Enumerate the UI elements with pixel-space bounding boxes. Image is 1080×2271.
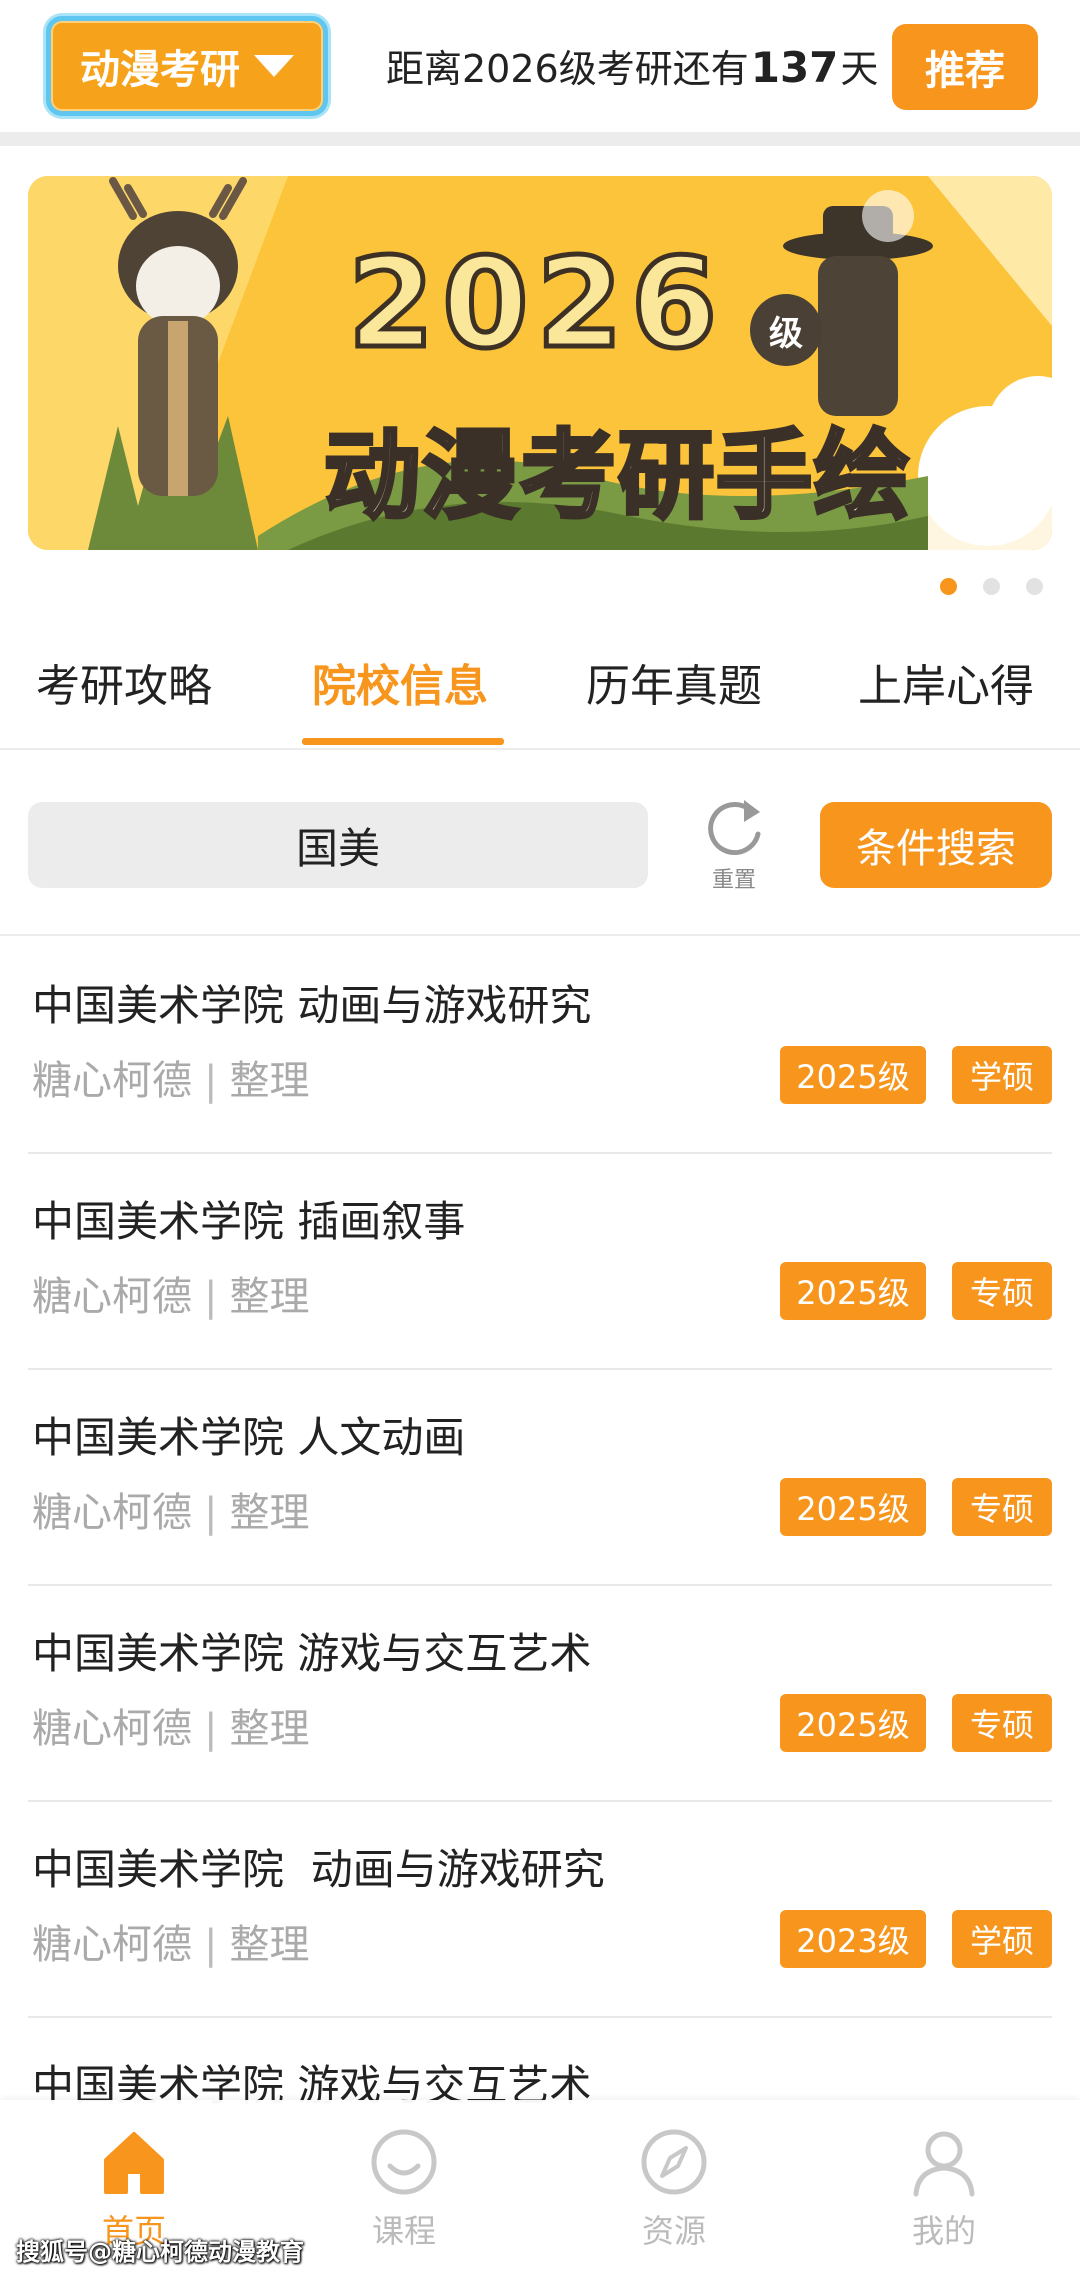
item-meta: 糖心柯德 | 整理 <box>32 1912 309 1970</box>
tab-success-stories[interactable]: 上岸心得 <box>858 650 1034 714</box>
banner-grade-badge: 级 <box>750 294 822 366</box>
banner-year: 2026 <box>345 230 726 379</box>
compass-icon <box>641 2129 707 2195</box>
nav-profile-label: 我的 <box>911 2212 976 2250</box>
list-item[interactable]: 中国美术学院 人文动画 糖心柯德 | 整理 2025级 专硕 <box>28 1370 1052 1586</box>
degree-type-tag: 专硕 <box>952 1694 1052 1752</box>
exam-countdown: 距离2026级考研还有 137 天 <box>386 38 878 98</box>
recommend-button[interactable]: 推荐 <box>892 24 1038 110</box>
item-action: 整理 <box>229 1922 310 1968</box>
carousel-dot[interactable] <box>983 578 1000 595</box>
header-divider <box>0 132 1080 146</box>
item-meta: 糖心柯德 | 整理 <box>32 1048 309 1106</box>
item-title: 中国美术学院 人文动画 <box>32 1413 466 1462</box>
countdown-days: 137 <box>750 43 839 92</box>
search-input[interactable] <box>28 802 648 888</box>
nav-resources-label: 资源 <box>641 2212 706 2250</box>
list-item[interactable]: 中国美术学院 插画叙事 糖心柯德 | 整理 2025级 专硕 <box>28 1154 1052 1370</box>
year-tag: 2023级 <box>780 1910 926 1968</box>
carousel-dot[interactable] <box>1026 578 1043 595</box>
item-title: 中国美术学院 游戏与交互艺术 <box>32 1629 592 1678</box>
carousel-dot-active[interactable] <box>940 578 957 595</box>
nav-profile[interactable]: 我的 <box>874 2126 1014 2252</box>
item-action: 整理 <box>229 1274 310 1320</box>
item-separator: | <box>204 1274 218 1320</box>
refresh-icon <box>708 800 761 856</box>
list-item[interactable]: 中国美术学院 动画与游戏研究 糖心柯德 | 整理 2025级 学硕 <box>28 938 1052 1154</box>
item-author: 糖心柯德 <box>32 1706 192 1752</box>
year-tag: 2025级 <box>780 1262 926 1320</box>
item-action: 整理 <box>229 1490 310 1536</box>
reset-button[interactable]: 重置 <box>694 796 774 893</box>
carousel-indicator <box>940 578 1043 595</box>
degree-type-tag: 学硕 <box>952 1046 1052 1104</box>
item-author: 糖心柯德 <box>32 1922 192 1968</box>
promo-banner[interactable]: 2026 级 动漫考研手绘 <box>28 176 1052 550</box>
banner-title: 动漫考研手绘 <box>322 418 912 534</box>
countdown-suffix: 天 <box>840 47 879 91</box>
item-meta: 糖心柯德 | 整理 <box>32 1480 309 1538</box>
year-tag: 2025级 <box>780 1694 926 1752</box>
item-title: 中国美术学院 插画叙事 <box>32 1197 466 1246</box>
item-author: 糖心柯德 <box>32 1274 192 1320</box>
item-separator: | <box>204 1922 218 1968</box>
nav-courses[interactable]: 课程 <box>334 2126 474 2252</box>
degree-type-tag: 专硕 <box>952 1262 1052 1320</box>
search-divider <box>0 934 1080 936</box>
caret-down-icon <box>254 55 294 77</box>
watermark: 搜狐号@糖心柯德动漫教育 <box>16 2238 304 2266</box>
top-header: 动漫考研 距离2026级考研还有 137 天 推荐 <box>0 0 1080 132</box>
list-item[interactable]: 中国美术学院 动画与游戏研究 糖心柯德 | 整理 2023级 学硕 <box>28 1802 1052 2018</box>
tabs-divider <box>0 748 1080 750</box>
list-item[interactable]: 中国美术学院 游戏与交互艺术 糖心柯德 | 整理 2025级 专硕 <box>28 1586 1052 1802</box>
tab-exam-strategy[interactable]: 考研攻略 <box>36 650 212 714</box>
degree-type-tag: 专硕 <box>952 1478 1052 1536</box>
item-separator: | <box>204 1706 218 1752</box>
item-title: 中国美术学院 动画与游戏研究 <box>32 1845 605 1894</box>
degree-type-tag: 学硕 <box>952 1910 1052 1968</box>
reset-label: 重置 <box>711 868 756 893</box>
year-tag: 2025级 <box>780 1046 926 1104</box>
nav-courses-label: 课程 <box>371 2212 436 2250</box>
item-title: 中国美术学院 动画与游戏研究 <box>32 981 592 1030</box>
item-separator: | <box>204 1058 218 1104</box>
user-icon <box>913 2131 975 2197</box>
filter-search-button[interactable]: 条件搜索 <box>820 802 1052 888</box>
item-action: 整理 <box>229 1706 310 1752</box>
subject-selector-button[interactable]: 动漫考研 <box>46 16 328 116</box>
item-author: 糖心柯德 <box>32 1490 192 1536</box>
nav-resources[interactable]: 资源 <box>604 2126 744 2252</box>
smile-icon <box>371 2129 437 2195</box>
item-meta: 糖心柯德 | 整理 <box>32 1264 309 1322</box>
item-separator: | <box>204 1490 218 1536</box>
home-icon <box>104 2132 164 2194</box>
item-action: 整理 <box>229 1058 310 1104</box>
active-tab-underline <box>302 738 504 745</box>
item-author: 糖心柯德 <box>32 1058 192 1104</box>
tab-school-info[interactable]: 院校信息 <box>312 650 488 714</box>
tab-past-papers[interactable]: 历年真题 <box>586 650 762 714</box>
subject-label: 动漫考研 <box>80 47 240 93</box>
countdown-prefix: 距离2026级考研还有 <box>386 47 749 91</box>
year-tag: 2025级 <box>780 1478 926 1536</box>
category-tabs: 考研攻略 院校信息 历年真题 上岸心得 <box>0 640 1080 748</box>
item-meta: 糖心柯德 | 整理 <box>32 1696 309 1754</box>
